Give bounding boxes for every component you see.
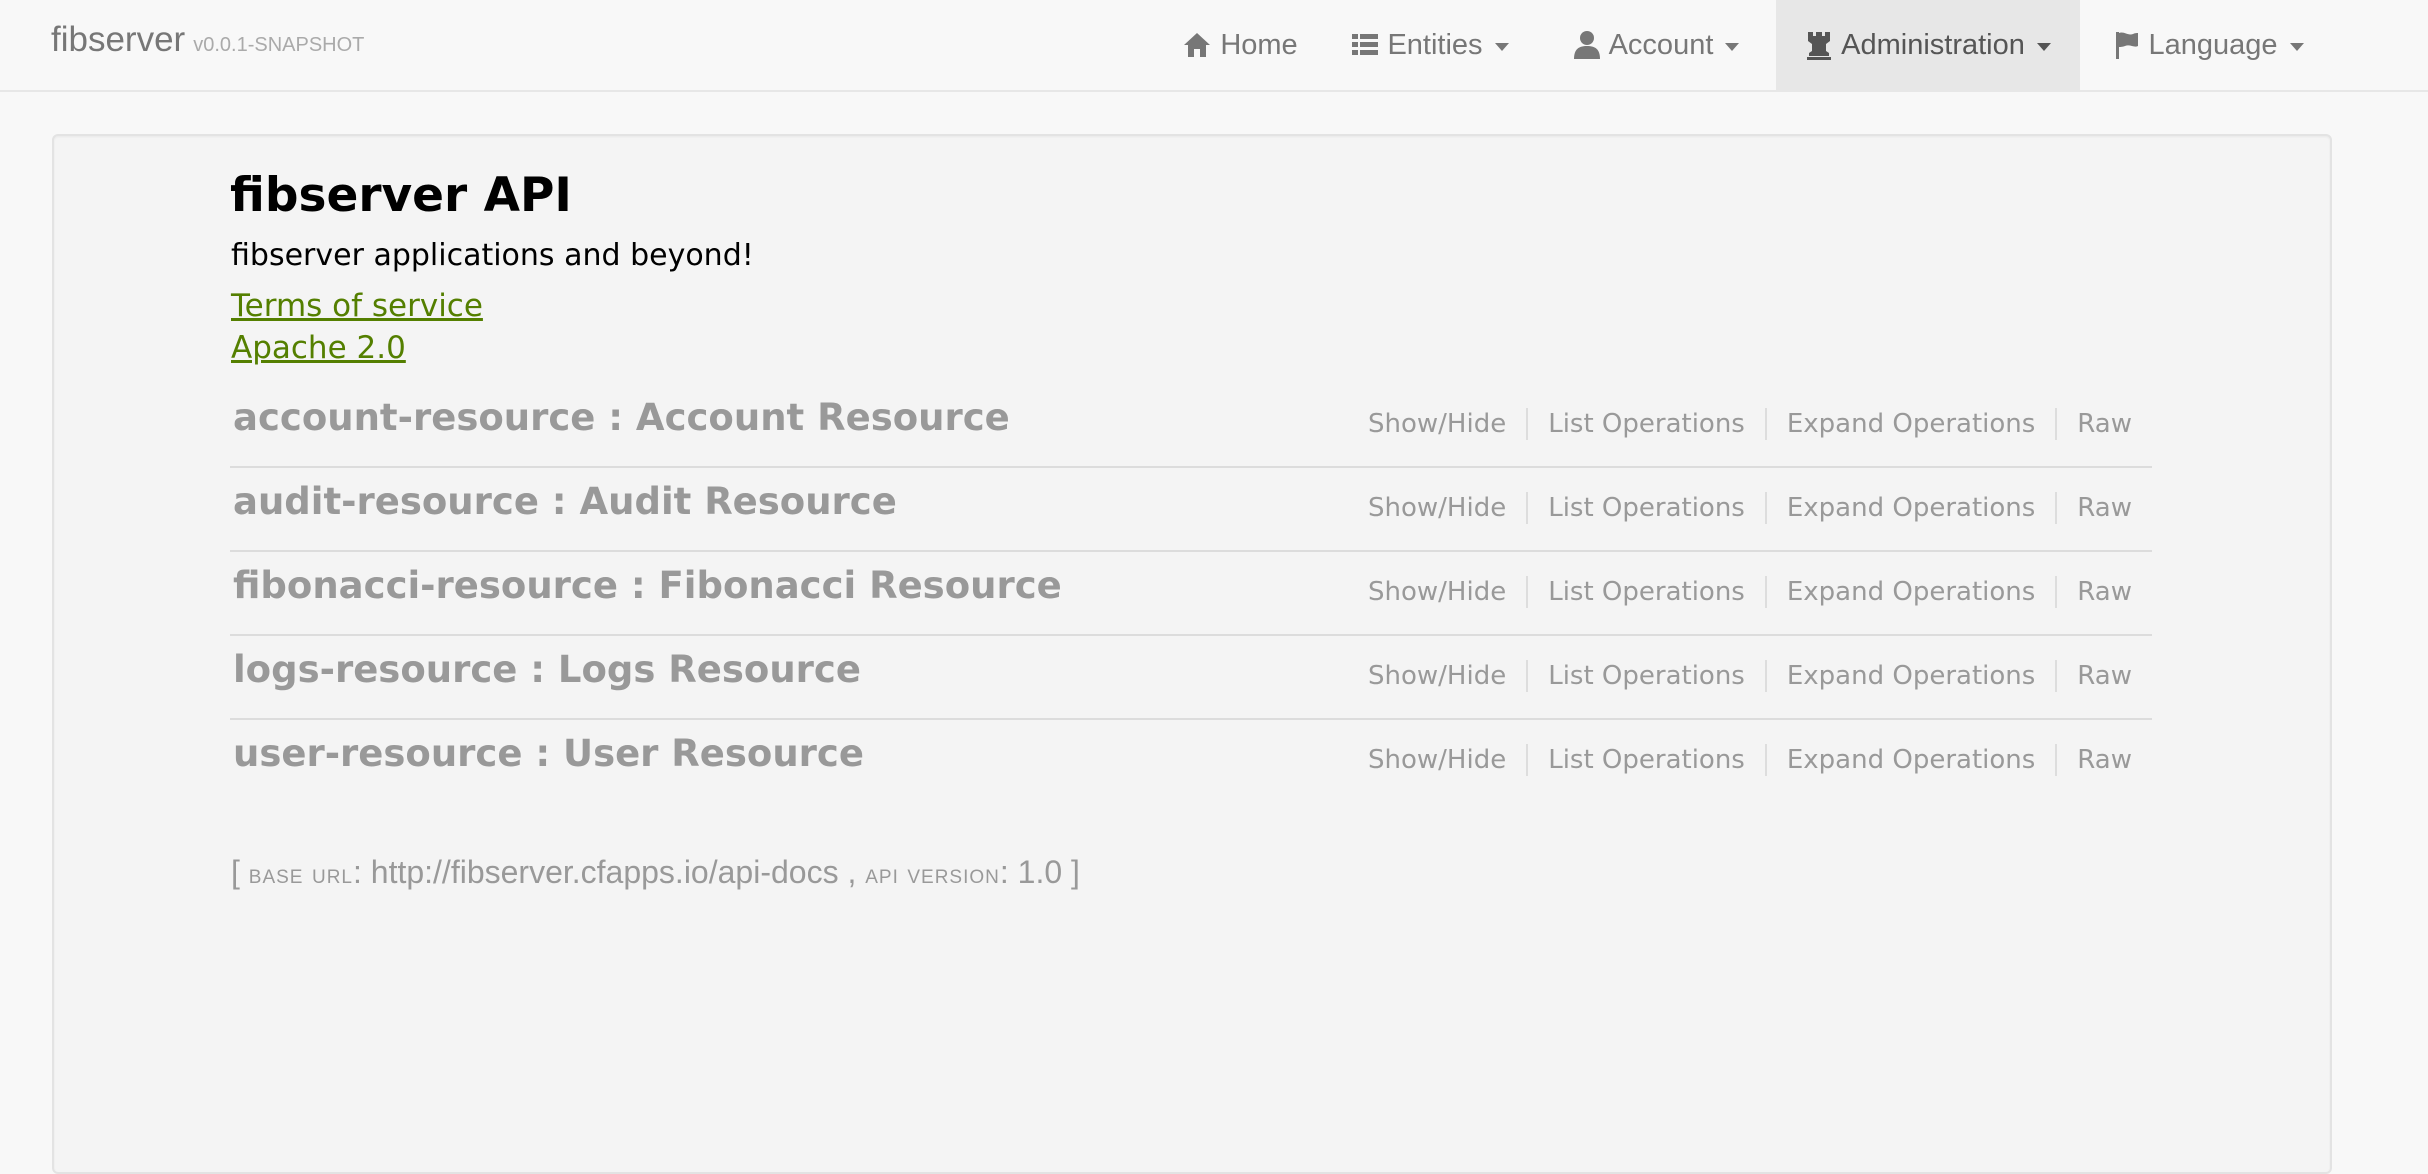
resource-audit: audit-resource : Audit Resource Show/Hid… (230, 468, 2152, 552)
brand-name[interactable]: fibserver (51, 20, 185, 59)
user-icon (1573, 31, 1600, 59)
raw-link[interactable]: Raw (2055, 660, 2132, 692)
separator: , (847, 854, 857, 890)
nav-home-label: Home (1220, 28, 1298, 61)
license-link[interactable]: Apache 2.0 (231, 330, 406, 366)
bracket-close: ] (1071, 854, 1080, 890)
nav-account-label: Account (1608, 28, 1714, 61)
expand-operations-link[interactable]: Expand Operations (1764, 576, 2055, 608)
resource-list: account-resource : Account Resource Show… (230, 384, 2152, 804)
list-icon (1352, 34, 1379, 55)
resource-heading[interactable]: account-resource : Account Resource (233, 396, 1010, 439)
tower-icon (1807, 32, 1832, 60)
base-url-label: base url (248, 859, 353, 889)
api-info-footer: [ base url: http://fibserver.cfapps.io/a… (231, 854, 1080, 890)
resource-operations: Show/Hide List Operations Expand Operati… (1348, 660, 2132, 692)
nav-entities-label: Entities (1387, 28, 1483, 61)
flag-icon (2116, 32, 2139, 59)
chevron-down-icon (2289, 43, 2304, 51)
resource-user: user-resource : User Resource Show/Hide … (230, 720, 2152, 804)
base-url-value: http://fibserver.cfapps.io/api-docs (370, 854, 839, 890)
expand-operations-link[interactable]: Expand Operations (1764, 744, 2055, 776)
list-operations-link[interactable]: List Operations (1526, 492, 1765, 524)
list-operations-link[interactable]: List Operations (1526, 576, 1765, 608)
terms-of-service-link[interactable]: Terms of service (231, 288, 483, 324)
resource-heading[interactable]: fibonacci-resource : Fibonacci Resource (233, 564, 1062, 607)
nav-language[interactable]: Language (2104, 0, 2314, 90)
nav-account[interactable]: Account (1562, 0, 1750, 90)
resource-heading[interactable]: user-resource : User Resource (233, 732, 864, 775)
nav-administration-label: Administration (1841, 28, 2025, 61)
show-hide-link[interactable]: Show/Hide (1348, 408, 1526, 440)
resource-operations: Show/Hide List Operations Expand Operati… (1348, 576, 2132, 608)
raw-link[interactable]: Raw (2055, 576, 2132, 608)
show-hide-link[interactable]: Show/Hide (1348, 744, 1526, 776)
api-description: fibserver applications and beyond! (231, 238, 754, 273)
resource-logs: logs-resource : Logs Resource Show/Hide … (230, 636, 2152, 720)
navbar: fibserver v0.0.1-SNAPSHOT Home Entities A… (0, 0, 2428, 92)
brand[interactable]: fibserver v0.0.1-SNAPSHOT (51, 20, 364, 60)
nav-home[interactable]: Home (1166, 0, 1314, 90)
chevron-down-icon (2036, 43, 2051, 51)
resource-operations: Show/Hide List Operations Expand Operati… (1348, 408, 2132, 440)
nav-language-label: Language (2148, 28, 2278, 61)
list-operations-link[interactable]: List Operations (1526, 744, 1765, 776)
version-label: v0.0.1-SNAPSHOT (193, 34, 365, 56)
raw-link[interactable]: Raw (2055, 744, 2132, 776)
show-hide-link[interactable]: Show/Hide (1348, 660, 1526, 692)
bracket-open: [ (231, 854, 240, 890)
show-hide-link[interactable]: Show/Hide (1348, 492, 1526, 524)
resource-operations: Show/Hide List Operations Expand Operati… (1348, 492, 2132, 524)
resource-fibonacci: fibonacci-resource : Fibonacci Resource … (230, 552, 2152, 636)
resource-heading[interactable]: audit-resource : Audit Resource (233, 480, 897, 523)
resource-operations: Show/Hide List Operations Expand Operati… (1348, 744, 2132, 776)
api-title: fibserver API (230, 168, 572, 223)
resource-heading[interactable]: logs-resource : Logs Resource (233, 648, 861, 691)
list-operations-link[interactable]: List Operations (1526, 408, 1765, 440)
raw-link[interactable]: Raw (2055, 492, 2132, 524)
expand-operations-link[interactable]: Expand Operations (1764, 492, 2055, 524)
expand-operations-link[interactable]: Expand Operations (1764, 408, 2055, 440)
api-version-value: 1.0 (1017, 854, 1063, 890)
show-hide-link[interactable]: Show/Hide (1348, 576, 1526, 608)
api-version-label: api version (865, 859, 1000, 889)
nav-administration[interactable]: Administration (1776, 0, 2080, 90)
raw-link[interactable]: Raw (2055, 408, 2132, 440)
expand-operations-link[interactable]: Expand Operations (1764, 660, 2055, 692)
list-operations-link[interactable]: List Operations (1526, 660, 1765, 692)
resource-account: account-resource : Account Resource Show… (230, 384, 2152, 468)
chevron-down-icon (1725, 43, 1740, 51)
home-icon (1184, 33, 1211, 57)
chevron-down-icon (1494, 43, 1509, 51)
nav-entities[interactable]: Entities (1340, 0, 1520, 90)
